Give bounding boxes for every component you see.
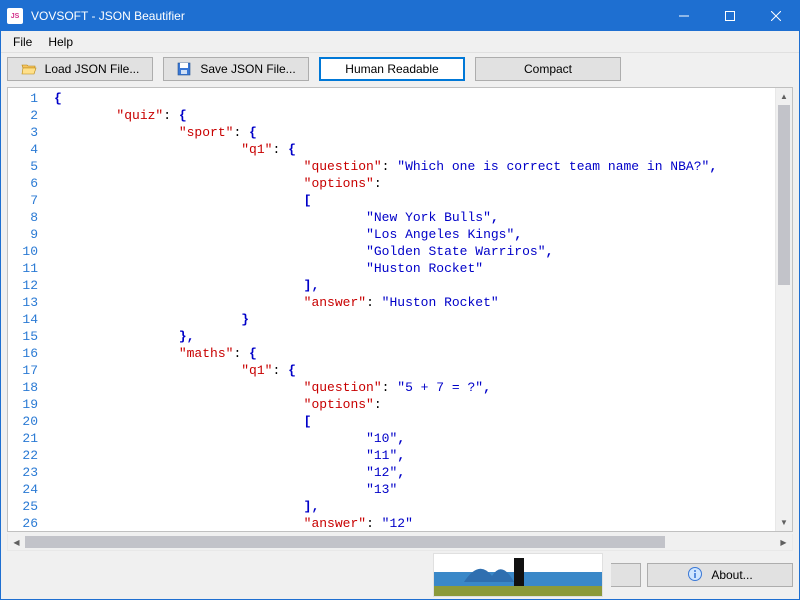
- save-json-button[interactable]: Save JSON File...: [163, 57, 309, 81]
- scroll-left-arrow-icon[interactable]: ◀: [8, 534, 25, 550]
- vscroll-thumb[interactable]: [778, 105, 790, 285]
- code-line: "sport": {: [54, 124, 775, 141]
- about-button[interactable]: About...: [647, 563, 793, 587]
- line-number-gutter: 1234567891011121314151617181920212223242…: [8, 88, 48, 531]
- code-line: "options":: [54, 396, 775, 413]
- line-number: 4: [8, 141, 48, 158]
- line-number: 5: [8, 158, 48, 175]
- about-label: About...: [711, 568, 752, 582]
- menu-help[interactable]: Help: [40, 33, 81, 51]
- code-line: },: [54, 328, 775, 345]
- maximize-button[interactable]: [707, 1, 753, 31]
- line-number: 18: [8, 379, 48, 396]
- code-line: "quiz": {: [54, 107, 775, 124]
- line-number: 17: [8, 362, 48, 379]
- code-line: "10",: [54, 430, 775, 447]
- code-line: {: [54, 90, 775, 107]
- code-line: "13": [54, 481, 775, 498]
- line-number: 15: [8, 328, 48, 345]
- line-number: 21: [8, 430, 48, 447]
- line-number: 12: [8, 277, 48, 294]
- load-json-button[interactable]: Load JSON File...: [7, 57, 153, 81]
- maximize-icon: [725, 11, 735, 21]
- code-line: [: [54, 413, 775, 430]
- horizontal-scrollbar[interactable]: ◀ ▶: [7, 534, 793, 551]
- line-number: 10: [8, 243, 48, 260]
- code-line: "maths": {: [54, 345, 775, 362]
- code-line: "question": "5 + 7 = ?",: [54, 379, 775, 396]
- window-title: VOVSOFT - JSON Beautifier: [31, 9, 185, 23]
- minimize-icon: [679, 11, 689, 21]
- line-number: 8: [8, 209, 48, 226]
- code-line: "question": "Which one is correct team n…: [54, 158, 775, 175]
- code-line: "New York Bulls",: [54, 209, 775, 226]
- line-number: 1: [8, 90, 48, 107]
- code-line: "answer": "Huston Rocket": [54, 294, 775, 311]
- line-number: 3: [8, 124, 48, 141]
- code-area[interactable]: { "quiz": { "sport": { "q1": { "question…: [48, 88, 775, 531]
- hidden-button-edge[interactable]: [611, 563, 641, 587]
- vertical-scrollbar[interactable]: ▲ ▼: [775, 88, 792, 531]
- code-line: "11",: [54, 447, 775, 464]
- code-line: "answer": "12": [54, 515, 775, 531]
- scroll-down-arrow-icon[interactable]: ▼: [776, 514, 792, 531]
- menubar: File Help: [1, 31, 799, 53]
- app-icon: JS: [7, 8, 23, 24]
- compact-label: Compact: [524, 62, 572, 76]
- hscroll-thumb[interactable]: [25, 536, 665, 548]
- menu-file[interactable]: File: [5, 33, 40, 51]
- info-icon: [687, 566, 703, 585]
- line-number: 20: [8, 413, 48, 430]
- code-line: ],: [54, 498, 775, 515]
- line-number: 26: [8, 515, 48, 532]
- line-number: 22: [8, 447, 48, 464]
- code-line: ],: [54, 277, 775, 294]
- human-readable-button[interactable]: Human Readable: [319, 57, 465, 81]
- code-line: "options":: [54, 175, 775, 192]
- code-line: "Golden State Warriros",: [54, 243, 775, 260]
- code-line: "q1": {: [54, 362, 775, 379]
- line-number: 16: [8, 345, 48, 362]
- line-number: 19: [8, 396, 48, 413]
- line-number: 9: [8, 226, 48, 243]
- close-icon: [771, 11, 781, 21]
- line-number: 14: [8, 311, 48, 328]
- line-number: 13: [8, 294, 48, 311]
- titlebar: JS VOVSOFT - JSON Beautifier: [1, 1, 799, 31]
- folder-open-icon: [21, 61, 37, 77]
- line-number: 11: [8, 260, 48, 277]
- save-icon: [176, 61, 192, 77]
- line-number: 7: [8, 192, 48, 209]
- scroll-up-arrow-icon[interactable]: ▲: [776, 88, 792, 105]
- line-number: 2: [8, 107, 48, 124]
- close-button[interactable]: [753, 1, 799, 31]
- logo-image: [433, 553, 603, 597]
- vscroll-track[interactable]: [776, 105, 792, 514]
- compact-button[interactable]: Compact: [475, 57, 621, 81]
- code-line: "q1": {: [54, 141, 775, 158]
- minimize-button[interactable]: [661, 1, 707, 31]
- line-number: 23: [8, 464, 48, 481]
- editor[interactable]: 1234567891011121314151617181920212223242…: [7, 87, 793, 532]
- code-line: }: [54, 311, 775, 328]
- toolbar: Load JSON File... Save JSON File... Huma…: [1, 53, 799, 85]
- scroll-right-arrow-icon[interactable]: ▶: [775, 534, 792, 550]
- load-json-label: Load JSON File...: [45, 62, 140, 76]
- line-number: 24: [8, 481, 48, 498]
- code-line: "Huston Rocket": [54, 260, 775, 277]
- human-readable-label: Human Readable: [345, 62, 438, 76]
- hscroll-track[interactable]: [25, 534, 775, 550]
- code-line: "Los Angeles Kings",: [54, 226, 775, 243]
- save-json-label: Save JSON File...: [200, 62, 295, 76]
- code-line: "12",: [54, 464, 775, 481]
- code-line: [: [54, 192, 775, 209]
- line-number: 6: [8, 175, 48, 192]
- line-number: 25: [8, 498, 48, 515]
- bottombar: About...: [1, 551, 799, 599]
